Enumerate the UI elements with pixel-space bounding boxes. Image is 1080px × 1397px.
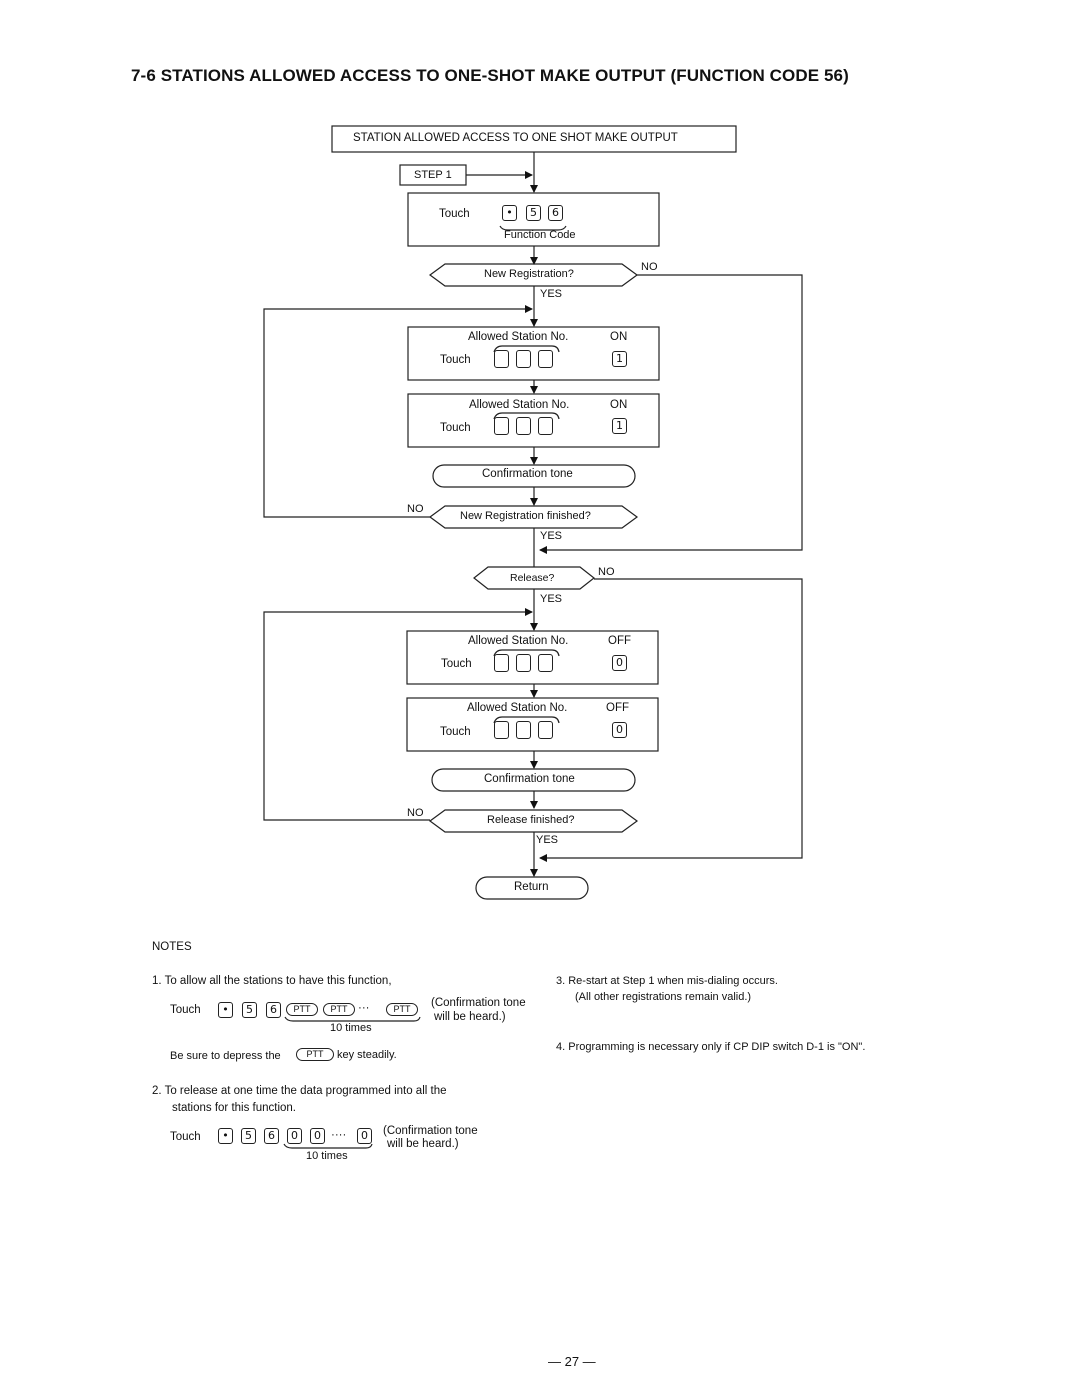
- touch-label: Touch: [439, 208, 470, 220]
- times-label: 10 times: [330, 1022, 372, 1034]
- return-label: Return: [514, 881, 549, 893]
- no-branch-line: [539, 578, 803, 862]
- no-label: NO: [407, 807, 424, 819]
- key-6: 6: [266, 1002, 281, 1018]
- ptt-key: PTT: [286, 1003, 318, 1016]
- dot-key: •: [502, 205, 517, 221]
- key-0: 0: [357, 1128, 372, 1144]
- no-label: NO: [407, 503, 424, 515]
- station-digit-key: [494, 654, 509, 672]
- brace: [284, 1016, 421, 1022]
- touch-label: Touch: [170, 1004, 201, 1016]
- touch-label: Touch: [441, 658, 472, 670]
- header-box-label: STATION ALLOWED ACCESS TO ONE SHOT MAKE …: [353, 132, 678, 144]
- ellipsis: ···: [358, 1002, 370, 1014]
- station-digit-key: [516, 350, 531, 368]
- times-label: 10 times: [306, 1150, 348, 1162]
- station-digit-key: [516, 721, 531, 739]
- brace: [283, 1143, 373, 1149]
- key-0: 0: [310, 1128, 325, 1144]
- caution-text: key steadily.: [337, 1049, 397, 1061]
- key-6: 6: [264, 1128, 279, 1144]
- station-digit-key: [516, 417, 531, 435]
- yes-label: YES: [540, 288, 563, 300]
- step-label: STEP 1: [414, 169, 452, 181]
- dot-key: •: [218, 1128, 233, 1144]
- caution-text: Be sure to depress the: [170, 1050, 281, 1062]
- ptt-key: PTT: [296, 1048, 334, 1061]
- no-label: NO: [598, 566, 615, 578]
- ellipsis: ····: [331, 1129, 347, 1141]
- no-label: NO: [641, 261, 658, 273]
- station-digit-key: [538, 654, 553, 672]
- key-0: 0: [612, 722, 627, 738]
- confirmation-tone-label: Confirmation tone: [484, 773, 575, 785]
- yes-label: YES: [536, 834, 559, 846]
- station-digit-key: [538, 417, 553, 435]
- function-code-caption: Function Code: [504, 229, 576, 241]
- dot-key: •: [218, 1002, 233, 1018]
- result-line-2: will be heard.): [387, 1138, 459, 1150]
- note-4: 4. Programming is necessary only if CP D…: [556, 1041, 866, 1053]
- touch-label: Touch: [170, 1131, 201, 1143]
- state-label: OFF: [606, 702, 629, 714]
- note-2-line-2: stations for this function.: [172, 1102, 297, 1114]
- note-1-text: 1. To allow all the stations to have thi…: [152, 975, 392, 987]
- key-0: 0: [287, 1128, 302, 1144]
- ptt-key: PTT: [386, 1003, 418, 1016]
- state-label: ON: [610, 331, 628, 343]
- yes-label: YES: [540, 593, 563, 605]
- decision-new-registration-finished-label: New Registration finished?: [460, 510, 591, 522]
- note-3-line-1: 3. Re-start at Step 1 when mis-dialing o…: [556, 975, 778, 987]
- allowed-station-label: Allowed Station No.: [468, 635, 569, 647]
- station-digit-key: [538, 721, 553, 739]
- allowed-station-label: Allowed Station No.: [468, 331, 569, 343]
- note-2-line-1: 2. To release at one time the data progr…: [152, 1085, 447, 1097]
- page-number: — 27 —: [548, 1354, 596, 1369]
- station-digit-key: [494, 350, 509, 368]
- decision-new-registration-label: New Registration?: [484, 268, 574, 280]
- confirmation-tone-label: Confirmation tone: [482, 468, 573, 480]
- no-branch-line: [539, 274, 803, 554]
- station-digit-key: [516, 654, 531, 672]
- decision-release-finished-label: Release finished?: [487, 814, 575, 826]
- station-digit-key: [494, 417, 509, 435]
- key-5: 5: [241, 1128, 256, 1144]
- station-digit-key: [538, 350, 553, 368]
- result-line-2: will be heard.): [434, 1011, 506, 1023]
- touch-label: Touch: [440, 354, 471, 366]
- key-0: 0: [612, 655, 627, 671]
- key-1: 1: [612, 351, 627, 367]
- note-3-line-2: (All other registrations remain valid.): [575, 991, 752, 1003]
- key-1: 1: [612, 418, 627, 434]
- key-5: 5: [242, 1002, 257, 1018]
- key-6: 6: [548, 205, 563, 221]
- ptt-key: PTT: [323, 1003, 355, 1016]
- touch-label: Touch: [440, 726, 471, 738]
- key-5: 5: [526, 205, 541, 221]
- yes-label: YES: [540, 530, 563, 542]
- allowed-station-label: Allowed Station No.: [469, 399, 570, 411]
- allowed-station-label: Allowed Station No.: [467, 702, 568, 714]
- station-digit-key: [494, 721, 509, 739]
- state-label: OFF: [608, 635, 631, 647]
- decision-release-label: Release?: [510, 572, 555, 584]
- result-line-1: (Confirmation tone: [431, 997, 526, 1009]
- notes-heading: NOTES: [152, 941, 192, 953]
- result-line-1: (Confirmation tone: [383, 1125, 478, 1137]
- state-label: ON: [610, 399, 628, 411]
- touch-label: Touch: [440, 422, 471, 434]
